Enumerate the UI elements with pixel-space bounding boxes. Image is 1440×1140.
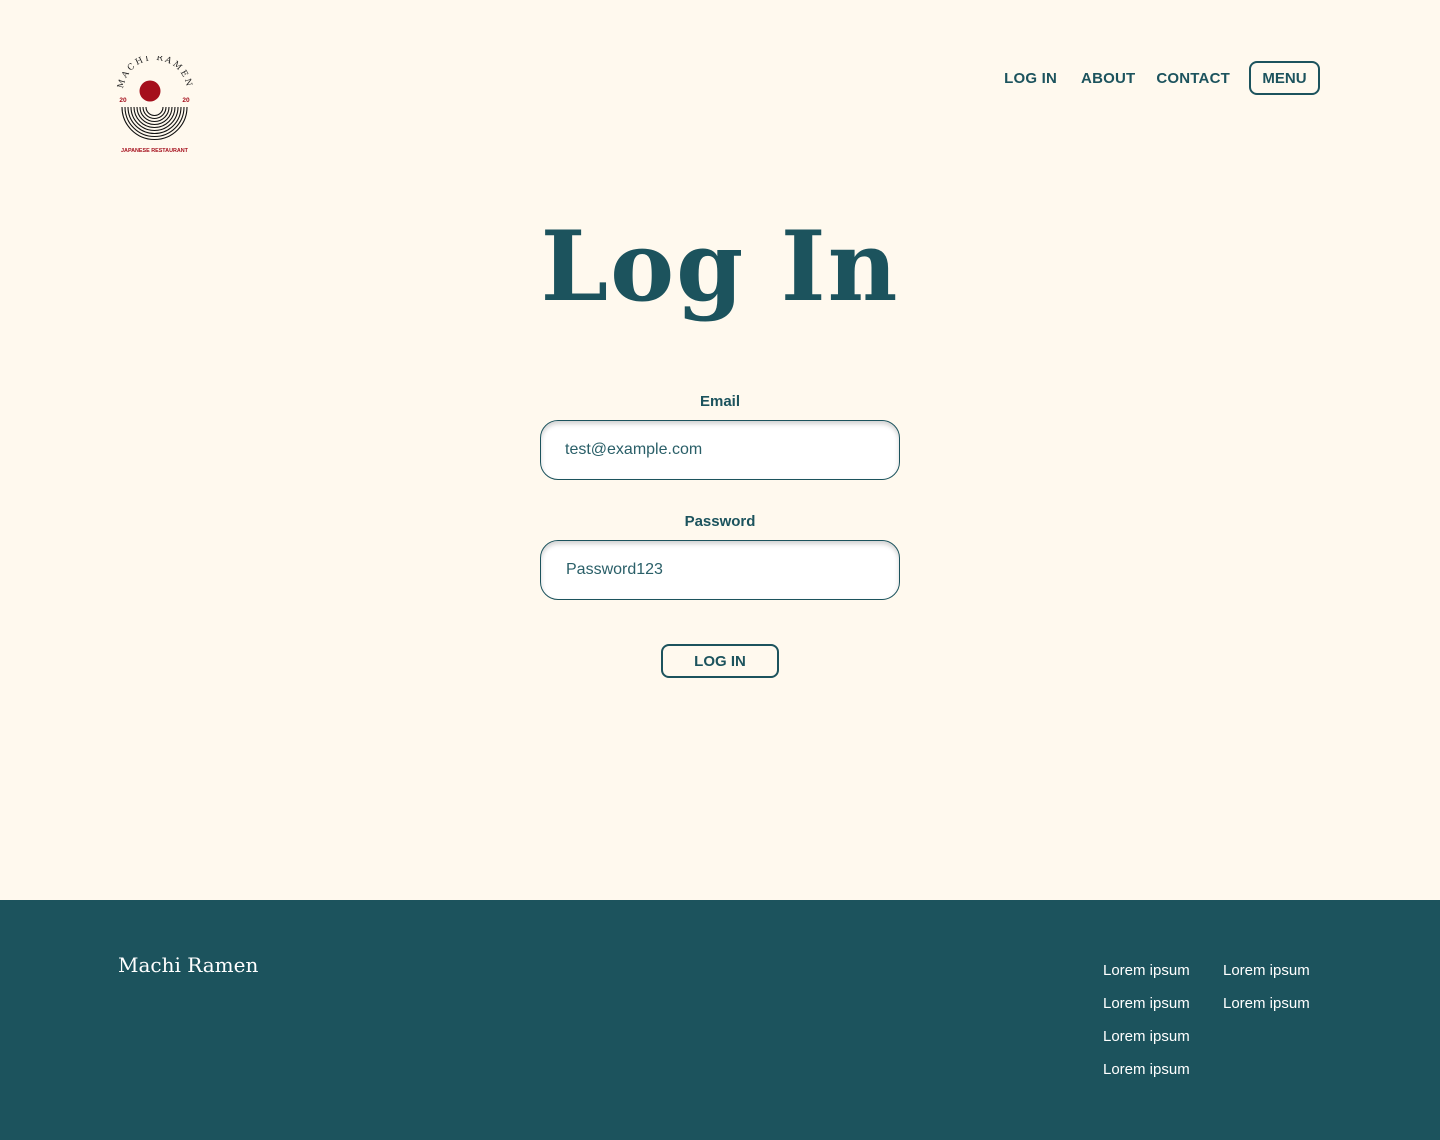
page-title: Log In [540, 210, 900, 323]
menu-button[interactable]: MENU [1249, 61, 1320, 95]
site-header: MACHI RAMEN 20 20 JAPANESE RESTAURANT LO… [0, 0, 1440, 170]
logo-bottom-text: JAPANESE RESTAURANT [121, 148, 189, 154]
footer-link[interactable]: Lorem ipsum [1223, 961, 1310, 994]
footer-link[interactable]: Lorem ipsum [1103, 994, 1190, 1027]
logo-year-left: 20 [119, 97, 127, 104]
email-field[interactable] [540, 420, 900, 480]
ramen-bowl-logo-icon: MACHI RAMEN 20 20 JAPANESE RESTAURANT [116, 53, 192, 154]
site-footer: Machi Ramen Lorem ipsum Lorem ipsum Lore… [0, 900, 1440, 1140]
footer-links-column-2: Lorem ipsum Lorem ipsum [1223, 961, 1310, 1027]
logo-year-right: 20 [182, 97, 190, 104]
footer-link[interactable]: Lorem ipsum [1103, 961, 1190, 994]
password-label: Password [684, 513, 756, 530]
footer-link[interactable]: Lorem ipsum [1103, 1060, 1190, 1093]
footer-brand: Machi Ramen [118, 953, 259, 977]
email-label: Email [699, 393, 741, 410]
password-field[interactable] [540, 540, 900, 600]
footer-links-column-1: Lorem ipsum Lorem ipsum Lorem ipsum Lore… [1103, 961, 1190, 1093]
nav-about-link[interactable]: ABOUT [1081, 70, 1135, 87]
footer-link[interactable]: Lorem ipsum [1103, 1027, 1190, 1060]
restaurant-logo[interactable]: MACHI RAMEN 20 20 JAPANESE RESTAURANT [110, 53, 200, 160]
logo-sun-icon [139, 80, 161, 102]
nav-contact-link[interactable]: CONTACT [1156, 70, 1230, 87]
login-submit-button[interactable]: LOG IN [661, 644, 779, 678]
footer-link[interactable]: Lorem ipsum [1223, 994, 1310, 1027]
nav-login-link[interactable]: LOG IN [1004, 70, 1057, 87]
main-nav: LOG IN ABOUT CONTACT MENU [1004, 61, 1320, 95]
